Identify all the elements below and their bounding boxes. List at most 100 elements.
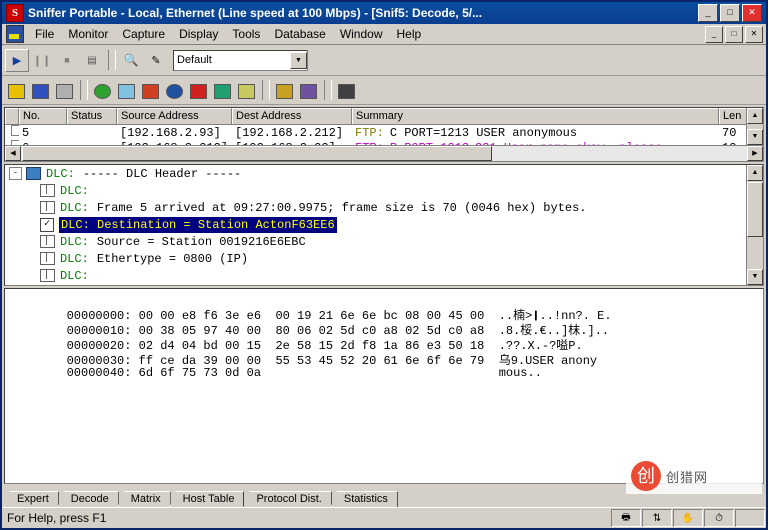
- save-icon[interactable]: [29, 80, 51, 101]
- scroll-up-button[interactable]: ▲: [747, 165, 763, 181]
- tab-statistics[interactable]: Statistics: [330, 491, 398, 507]
- toolbar2-separator-1: [80, 80, 88, 100]
- stop-icon[interactable]: [335, 80, 357, 101]
- column-summary[interactable]: Summary: [352, 108, 719, 124]
- close-button[interactable]: ✕: [742, 4, 762, 22]
- alarm-icon[interactable]: [187, 80, 209, 101]
- vscroll-thumb[interactable]: [747, 182, 763, 237]
- tab-host-table[interactable]: Host Table: [169, 491, 245, 507]
- tab-expert[interactable]: Expert: [4, 491, 59, 507]
- toolbar-separator: [108, 50, 116, 70]
- packet-list-vscrollbar[interactable]: ▲ ▼: [746, 108, 763, 145]
- tree-row[interactable]: DLC: Frame 5 arrived at 09:27:00.9975; f…: [5, 199, 746, 216]
- mdi-minimize-button[interactable]: _: [705, 26, 723, 43]
- hex-ascii: mous..: [498, 366, 542, 380]
- menu-item-capture[interactable]: Capture: [115, 25, 172, 43]
- tree-row[interactable]: DLC: Ethertype = 0800 (IP): [5, 250, 746, 267]
- row-checkbox[interactable]: [11, 125, 19, 136]
- scroll-down-button[interactable]: ▼: [747, 129, 763, 145]
- menu-item-display[interactable]: Display: [172, 25, 225, 43]
- minimize-button[interactable]: _: [698, 4, 718, 22]
- profile-value: Default: [177, 54, 212, 66]
- cell-source: [192.168.2.93]: [120, 125, 221, 140]
- column-select[interactable]: [5, 108, 19, 124]
- menu-item-monitor[interactable]: Monitor: [61, 25, 115, 43]
- tree-label: DLC:: [60, 183, 89, 198]
- packet-list-hscrollbar[interactable]: ◀ ▶: [5, 145, 763, 161]
- scroll-down-button[interactable]: ▼: [747, 269, 763, 285]
- menu-item-help[interactable]: Help: [390, 25, 429, 43]
- column-status[interactable]: Status: [67, 108, 117, 124]
- tree-label: DLC:: [60, 251, 89, 266]
- hand-icon: ✋: [673, 509, 703, 527]
- summary-text: C PORT=1213 USER anonymous: [389, 125, 578, 140]
- layers-icon[interactable]: [297, 80, 319, 101]
- hex-pane[interactable]: 00000000: 00 00 e8 f6 3e e6 00 19 21 6e …: [4, 288, 764, 484]
- open-icon[interactable]: [5, 80, 27, 101]
- tree-row[interactable]: DLC:: [5, 267, 746, 284]
- edit-filter-icon[interactable]: ✎: [144, 48, 168, 72]
- tree-row[interactable]: - DLC: ----- DLC Header -----: [5, 165, 746, 182]
- menu-item-tools[interactable]: Tools: [225, 25, 267, 43]
- column-dest-address[interactable]: Dest Address: [232, 108, 352, 124]
- print-icon[interactable]: [53, 80, 75, 101]
- mdi-restore-button[interactable]: □: [725, 26, 743, 43]
- tree-text: Source = Station 0019216E6EBC: [96, 234, 306, 249]
- column-no[interactable]: No.: [19, 108, 67, 124]
- status-bar: For Help, press F1 🖶 ⇅ ✋ ⏱: [2, 507, 766, 528]
- tab-matrix[interactable]: Matrix: [117, 491, 171, 507]
- decode-tree-pane[interactable]: - DLC: ----- DLC Header ----- DLC: DLC: …: [4, 164, 764, 286]
- tree-row[interactable]: DLC:: [5, 182, 746, 199]
- protocol-dist-icon[interactable]: [235, 80, 257, 101]
- stop-capture-icon[interactable]: ■: [55, 48, 79, 72]
- tree-row[interactable]: DLC: Source = Station 0019216E6EBC: [5, 233, 746, 250]
- printer-icon: 🖶: [611, 509, 641, 527]
- scroll-right-button[interactable]: ▶: [747, 146, 763, 161]
- packet-list-pane[interactable]: No. Status Source Address Dest Address S…: [4, 107, 764, 162]
- menu-bar: File Monitor Capture Display Tools Datab…: [2, 24, 766, 45]
- table-row[interactable]: 5 [192.168.2.93] [192.168.2.212] FTP: C …: [5, 125, 763, 140]
- history-icon[interactable]: [139, 80, 161, 101]
- tree-label: DLC:: [61, 217, 90, 232]
- book-icon: [40, 201, 55, 214]
- hscroll-thumb[interactable]: [22, 146, 492, 161]
- collapse-icon[interactable]: -: [9, 167, 22, 180]
- find-icon[interactable]: 🔍: [119, 48, 143, 72]
- tree-label: DLC:: [60, 200, 89, 215]
- capture-panel-icon[interactable]: ▤: [80, 48, 104, 72]
- dlc-icon: [26, 167, 41, 180]
- tab-protocol-dist[interactable]: Protocol Dist.: [243, 491, 332, 507]
- packet-list-header: No. Status Source Address Dest Address S…: [5, 108, 763, 125]
- book-icon: [40, 252, 55, 265]
- chevron-down-icon[interactable]: ▼: [290, 51, 307, 69]
- menu-item-window[interactable]: Window: [333, 25, 390, 43]
- menu-item-file[interactable]: File: [28, 25, 61, 43]
- key-icon[interactable]: [273, 80, 295, 101]
- mdi-close-button[interactable]: ✕: [745, 26, 763, 43]
- mdi-window-controls: _ □ ✕: [705, 26, 763, 43]
- view-tabs: Expert Decode Matrix Host Table Protocol…: [4, 490, 398, 507]
- hosttable-icon[interactable]: [211, 80, 233, 101]
- tree-label: DLC:: [46, 166, 75, 181]
- globe-icon[interactable]: [91, 80, 113, 101]
- profile-combobox[interactable]: Default ▼: [173, 49, 308, 71]
- tab-decode[interactable]: Decode: [57, 491, 119, 507]
- maximize-button[interactable]: □: [720, 4, 740, 22]
- column-source-address[interactable]: Source Address: [117, 108, 232, 124]
- tree-selected-content: DLC: Destination = Station ActonF63EE6: [59, 216, 337, 233]
- book-icon: [40, 269, 55, 282]
- checkbox-icon[interactable]: ✓: [40, 217, 54, 232]
- hex-offset: 00000040:: [66, 366, 132, 380]
- tree-row-selected[interactable]: ✓ DLC: Destination = Station ActonF63EE6: [5, 216, 746, 233]
- dashboard-icon[interactable]: [163, 80, 185, 101]
- tree-text: ----- DLC Header -----: [82, 166, 242, 181]
- hex-bytes: 6d 6f 75 73 0d 0a: [138, 366, 262, 380]
- start-capture-icon[interactable]: ▶: [5, 48, 29, 72]
- hex-row: 00000000: 00 00 e8 f6 3e e6 00 19 21 6e …: [5, 292, 763, 323]
- matrix-icon[interactable]: [115, 80, 137, 101]
- decode-tree-vscrollbar[interactable]: ▲ ▼: [746, 165, 763, 285]
- pause-capture-icon[interactable]: ❙❙: [30, 48, 54, 72]
- scroll-left-button[interactable]: ◀: [5, 146, 21, 161]
- menu-item-database[interactable]: Database: [267, 25, 332, 43]
- scroll-up-button[interactable]: ▲: [747, 108, 763, 124]
